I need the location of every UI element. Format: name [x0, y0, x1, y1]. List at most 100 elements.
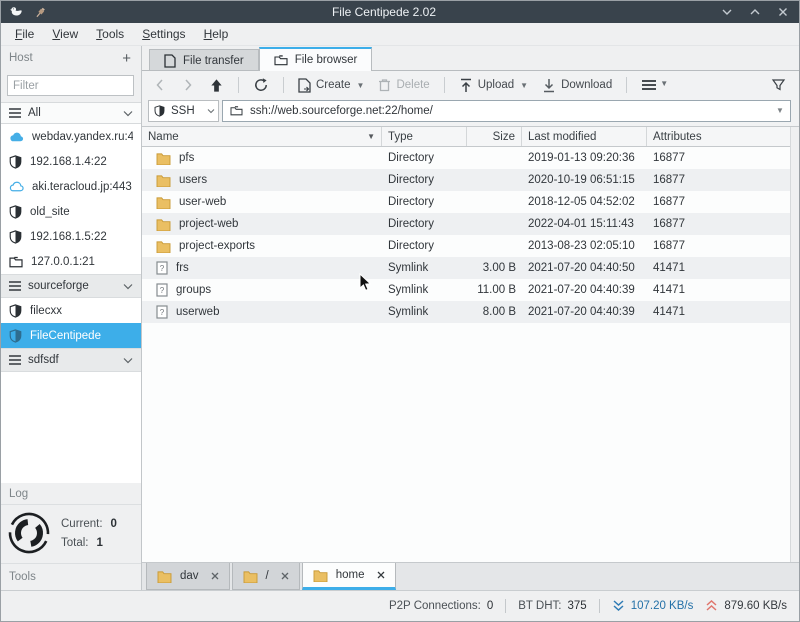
file-name: frs	[176, 262, 189, 274]
tab-close-icon[interactable]	[211, 572, 219, 580]
file-icon	[164, 53, 176, 68]
host-item-label: 192.168.1.5:22	[30, 230, 107, 243]
folder-icon	[157, 570, 172, 583]
host-item-192-168-1-4[interactable]: 192.168.1.4:22	[1, 149, 141, 174]
column-header-type[interactable]: Type	[382, 127, 467, 146]
directory-tab-home[interactable]: home	[301, 563, 396, 590]
table-row[interactable]: pfs Directory 2019-01-13 09:20:36 16877	[142, 147, 790, 169]
column-header-attributes[interactable]: Attributes	[647, 127, 790, 146]
host-group-all[interactable]: All	[1, 102, 141, 124]
menu-settings[interactable]: Settings	[134, 24, 193, 44]
table-row[interactable]: ? userweb Symlink 8.00 B 2021-07-20 04:40…	[142, 301, 790, 323]
download-button-label: Download	[561, 79, 613, 91]
more-menu-button[interactable]: ▼	[636, 76, 673, 95]
tab-close-icon[interactable]	[377, 571, 385, 579]
host-item-old-site[interactable]: old_site	[1, 199, 141, 224]
menu-file[interactable]: File	[7, 24, 42, 44]
column-label: Last modified	[528, 130, 597, 143]
host-group-sdfsdf[interactable]: sdfsdf	[1, 348, 141, 372]
pin-icon[interactable]	[34, 6, 47, 19]
up-directory-button[interactable]	[204, 75, 229, 96]
back-button[interactable]	[148, 75, 172, 95]
address-dropdown-button[interactable]: ▼	[772, 101, 788, 121]
host-item-webdav-yandex[interactable]: webdav.yandex.ru:443	[1, 124, 141, 149]
chevron-down-icon: ▼	[520, 80, 529, 90]
tab-file-browser[interactable]: File browser	[258, 47, 373, 71]
log-total-label: Total:	[61, 536, 89, 549]
status-bar: P2P Connections: 0 BT DHT: 375 107.20 KB…	[1, 590, 799, 621]
directory-tab-label: home	[335, 569, 365, 581]
menu-tools[interactable]: Tools	[88, 24, 132, 44]
app-duck-icon	[9, 5, 24, 19]
delete-button[interactable]: Delete	[373, 75, 434, 95]
file-name: userweb	[176, 306, 220, 318]
create-button[interactable]: Create ▼	[293, 75, 369, 96]
shield-icon	[9, 303, 22, 318]
address-input[interactable]: ssh://web.sourceforge.net:22/home/ ▼	[222, 99, 791, 122]
upload-speed-value: 879.60 KB/s	[724, 600, 787, 612]
log-current-label: Current:	[61, 517, 103, 530]
tab-close-icon[interactable]	[281, 572, 289, 580]
protocol-select[interactable]: SSH	[148, 99, 219, 122]
host-item-192-168-1-5[interactable]: 192.168.1.5:22	[1, 224, 141, 249]
host-item-teracloud[interactable]: aki.teracloud.jp:443	[1, 174, 141, 199]
directory-tab-dav[interactable]: dav	[146, 563, 230, 590]
refresh-button[interactable]	[248, 74, 274, 96]
file-attributes: 41471	[653, 284, 685, 296]
directory-tab-label: /	[265, 570, 269, 582]
symlink-icon: ?	[156, 261, 168, 275]
folder-icon	[156, 152, 171, 165]
directory-tab-root[interactable]: /	[231, 563, 300, 590]
host-group-sourceforge[interactable]: sourceforge	[1, 274, 141, 298]
log-current-value: 0	[110, 517, 117, 530]
browser-toolbar: Create ▼ Delete Upload ▼ Download ▼	[142, 71, 799, 99]
add-host-button[interactable]: +	[122, 51, 131, 66]
tools-section-label[interactable]: Tools	[1, 564, 141, 590]
forward-button[interactable]	[176, 75, 200, 95]
file-modified: 2021-07-20 04:40:39	[528, 306, 635, 318]
file-type: Symlink	[388, 306, 429, 318]
file-attributes: 16877	[653, 218, 685, 230]
file-attributes: 41471	[653, 306, 685, 318]
file-modified: 2019-01-13 09:20:36	[528, 152, 635, 164]
column-header-name[interactable]: Name ▼	[142, 127, 382, 146]
chevron-down-icon	[123, 110, 133, 117]
file-name: project-exports	[179, 240, 256, 252]
tab-file-transfer[interactable]: File transfer	[149, 49, 259, 71]
download-button[interactable]: Download	[537, 75, 617, 96]
menu-view[interactable]: View	[44, 24, 86, 44]
shield-icon	[9, 204, 22, 219]
maximize-button[interactable]	[749, 6, 761, 18]
toolbar-separator	[238, 77, 239, 93]
host-item-filecxx[interactable]: filecxx	[1, 298, 141, 323]
download-speed-status: 107.20 KB/s	[612, 600, 694, 612]
column-header-size[interactable]: Size	[467, 127, 522, 146]
menu-help[interactable]: Help	[196, 24, 237, 44]
minimize-button[interactable]	[721, 6, 733, 18]
tab-label: File browser	[294, 54, 358, 66]
log-section-label[interactable]: Log	[1, 483, 141, 505]
table-row[interactable]: users Directory 2020-10-19 06:51:15 1687…	[142, 169, 790, 191]
table-row[interactable]: project-exports Directory 2013-08-23 02:…	[142, 235, 790, 257]
table-row[interactable]: project-web Directory 2022-04-01 15:11:4…	[142, 213, 790, 235]
file-list-area: Name ▼ Type Size Last modified Attribute…	[142, 126, 799, 562]
create-file-icon	[298, 77, 311, 93]
table-row[interactable]: ? frs Symlink 3.00 B 2021-07-20 04:40:50 …	[142, 257, 790, 279]
host-item-127-0-0-1[interactable]: 127.0.0.1:21	[1, 249, 141, 274]
address-url: ssh://web.sourceforge.net:22/home/	[250, 104, 433, 117]
table-row[interactable]: ? groups Symlink 11.00 B 2021-07-20 04:40…	[142, 279, 790, 301]
download-speed-value: 107.20 KB/s	[630, 600, 694, 612]
file-name: user-web	[179, 196, 227, 208]
upload-button[interactable]: Upload ▼	[454, 75, 533, 96]
double-chevron-up-icon	[705, 600, 718, 612]
column-header-modified[interactable]: Last modified	[522, 127, 647, 146]
tab-label: File transfer	[183, 54, 244, 67]
filter-input[interactable]	[7, 75, 134, 96]
file-modified: 2020-10-19 06:51:15	[528, 174, 635, 186]
host-item-filecentipede[interactable]: FileCentipede	[1, 323, 141, 348]
table-row[interactable]: user-web Directory 2018-12-05 04:52:02 1…	[142, 191, 790, 213]
vertical-scrollbar[interactable]	[790, 127, 799, 562]
close-button[interactable]	[777, 6, 789, 18]
filter-funnel-button[interactable]	[766, 75, 791, 95]
chevron-down-icon	[207, 108, 215, 114]
